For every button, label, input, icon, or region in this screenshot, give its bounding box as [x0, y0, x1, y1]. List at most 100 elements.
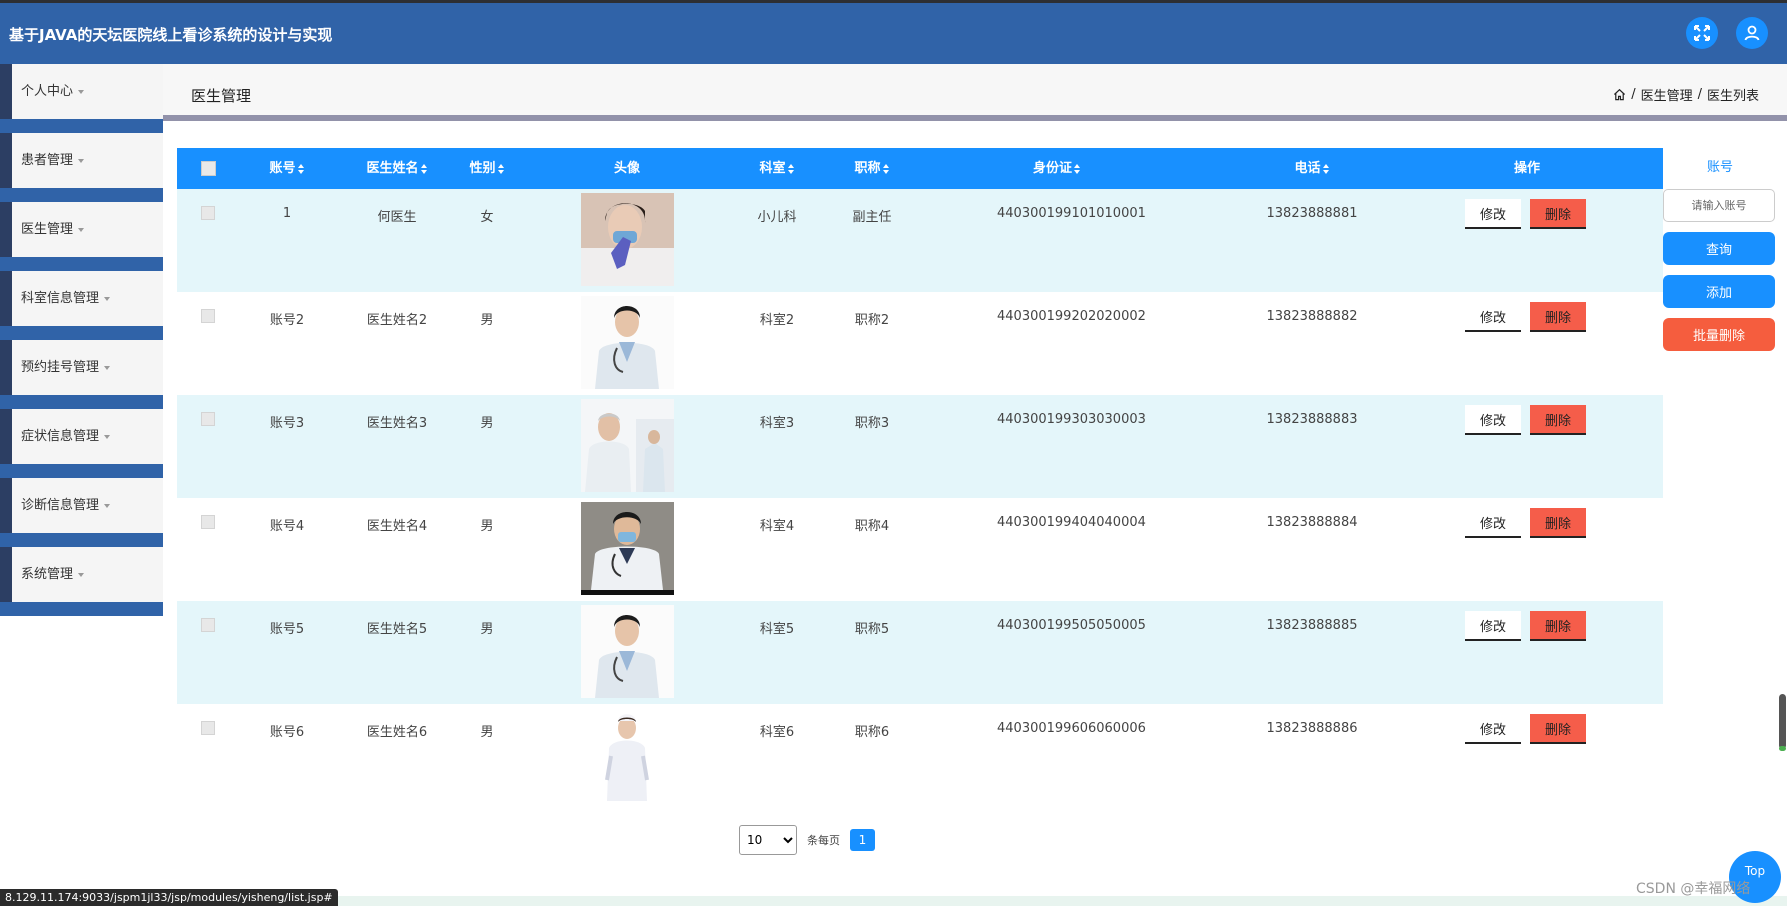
sort-icon — [1322, 163, 1330, 174]
delete-button[interactable]: 删除 — [1530, 199, 1586, 229]
caret-down-icon — [104, 365, 111, 370]
cell-id-card: 440300199505050005 — [997, 618, 1146, 633]
row-checkbox[interactable] — [201, 515, 215, 529]
cell-phone: 13823888885 — [1266, 618, 1358, 633]
row-checkbox[interactable] — [201, 412, 215, 426]
page-title: 医生管理 — [191, 87, 252, 105]
sidebar-item-appointments[interactable]: 预约挂号管理 — [0, 340, 163, 409]
sidebar-item-departments[interactable]: 科室信息管理 — [0, 271, 163, 340]
cell-gender: 男 — [480, 519, 494, 534]
column-header-gender[interactable]: 性别 — [457, 148, 517, 189]
sidebar-item-label: 患者管理 — [21, 153, 74, 168]
query-button[interactable]: 查询 — [1663, 232, 1775, 265]
column-header-actions: 操作 — [1513, 161, 1540, 176]
sidebar-item-patients[interactable]: 患者管理 — [0, 133, 163, 202]
sidebar-item-label: 症状信息管理 — [21, 429, 100, 444]
sidebar-item-diagnosis[interactable]: 诊断信息管理 — [0, 478, 163, 547]
sidebar-item-label: 医生管理 — [21, 222, 74, 237]
row-checkbox[interactable] — [201, 206, 215, 220]
table-row: 1 何医生 女 小儿科 副主任 440300199101010001 13823… — [177, 189, 1663, 292]
sidebar-item-symptoms[interactable]: 症状信息管理 — [0, 409, 163, 478]
home-icon[interactable] — [1613, 88, 1626, 101]
sort-icon — [497, 163, 505, 174]
edit-button[interactable]: 修改 — [1465, 508, 1521, 538]
delete-button[interactable]: 删除 — [1530, 302, 1586, 332]
delete-button[interactable]: 删除 — [1530, 714, 1586, 744]
page-size-select[interactable]: 10 — [739, 825, 797, 855]
cell-title: 职称2 — [854, 313, 890, 328]
column-header-phone[interactable]: 电话 — [1262, 148, 1362, 189]
user-icon — [1744, 25, 1760, 41]
select-all-checkbox[interactable] — [201, 161, 216, 176]
edit-button[interactable]: 修改 — [1465, 714, 1521, 744]
cell-phone: 13823888886 — [1266, 721, 1358, 736]
user-button[interactable] — [1736, 17, 1768, 49]
column-header-title[interactable]: 职称 — [832, 148, 912, 189]
cell-title: 职称5 — [854, 622, 890, 637]
sidebar-item-doctors[interactable]: 医生管理 — [0, 202, 163, 271]
edit-button[interactable]: 修改 — [1465, 405, 1521, 435]
edit-button[interactable]: 修改 — [1465, 199, 1521, 229]
sidebar-menu: 个人中心 患者管理 医生管理 科室信息管理 预约挂号管理 症状信息管理 诊断信息… — [0, 64, 163, 618]
table-row: 账号2 医生姓名2 男 科室2 职称2 440300199202020002 1… — [177, 292, 1663, 395]
table-row: 账号5 医生姓名5 男 科室5 职称5 440300199505050005 1… — [177, 601, 1663, 704]
cell-department: 科室4 — [759, 519, 795, 534]
cell-name: 医生姓名2 — [366, 313, 428, 328]
app-title: 基于JAVA的天坛医院线上看诊系统的设计与实现 — [9, 26, 333, 44]
page-number-button[interactable]: 1 — [850, 829, 875, 851]
delete-button[interactable]: 删除 — [1530, 611, 1586, 641]
row-checkbox[interactable] — [201, 618, 215, 632]
watermark-text: CSDN @幸福网络 — [1636, 881, 1751, 897]
account-search-input[interactable] — [1663, 189, 1775, 222]
doctor-avatar-image — [581, 605, 674, 698]
column-header-id-card[interactable]: 身份证 — [997, 148, 1117, 189]
cell-title: 职称4 — [854, 519, 890, 534]
cell-account: 账号4 — [269, 519, 305, 534]
sidebar-item-system[interactable]: 系统管理 — [0, 547, 163, 616]
per-page-label: 条每页 — [807, 834, 840, 847]
caret-down-icon — [104, 503, 111, 508]
table-row: 账号6 医生姓名6 男 科室6 职称6 440300199606060006 1… — [177, 704, 1663, 807]
column-header-department[interactable]: 科室 — [737, 148, 817, 189]
breadcrumb-separator: / — [1697, 87, 1702, 102]
scrollbar-thumb[interactable] — [1779, 694, 1786, 749]
cell-account: 账号6 — [269, 725, 305, 740]
fullscreen-icon — [1694, 25, 1710, 41]
caret-down-icon — [78, 572, 85, 577]
cell-gender: 男 — [480, 725, 494, 740]
batch-delete-button[interactable]: 批量删除 — [1663, 318, 1775, 351]
column-header-account[interactable]: 账号 — [252, 148, 322, 189]
column-header-name[interactable]: 医生姓名 — [347, 148, 447, 189]
menu-divider — [0, 326, 163, 340]
sidebar-item-label: 预约挂号管理 — [21, 360, 100, 375]
cell-department: 科室3 — [759, 416, 795, 431]
sort-icon — [297, 163, 305, 174]
menu-divider — [0, 533, 163, 547]
breadcrumb-item[interactable]: 医生管理 — [1641, 85, 1693, 104]
row-checkbox[interactable] — [201, 721, 215, 735]
cell-title: 副主任 — [852, 210, 892, 225]
cell-name: 医生姓名3 — [366, 416, 428, 431]
table-row: 账号4 医生姓名4 男 科室4 职称4 440300199404040004 1… — [177, 498, 1663, 601]
sidebar-item-personal-center[interactable]: 个人中心 — [0, 64, 163, 133]
edit-button[interactable]: 修改 — [1465, 302, 1521, 332]
delete-button[interactable]: 删除 — [1530, 405, 1586, 435]
content-divider — [163, 115, 1787, 121]
sidebar-item-label: 诊断信息管理 — [21, 498, 100, 513]
cell-gender: 男 — [480, 313, 494, 328]
breadcrumb-separator: / — [1631, 87, 1636, 102]
menu-divider — [0, 188, 163, 202]
delete-button[interactable]: 删除 — [1530, 508, 1586, 538]
table-header: 账号 医生姓名 性别 头像 科室 职称 身份证 电话 操作 — [177, 148, 1663, 189]
status-bar-url: 8.129.11.174:9033/jspm1jl33/jsp/modules/… — [0, 889, 338, 906]
cell-account: 账号2 — [269, 313, 305, 328]
edit-button[interactable]: 修改 — [1465, 611, 1521, 641]
row-checkbox[interactable] — [201, 309, 215, 323]
add-button[interactable]: 添加 — [1663, 275, 1775, 308]
cell-department: 科室6 — [759, 725, 795, 740]
sidebar-item-label: 系统管理 — [21, 567, 74, 582]
menu-divider — [0, 257, 163, 271]
fullscreen-button[interactable] — [1686, 17, 1718, 49]
sort-icon — [1074, 163, 1081, 174]
doctor-table: 账号 医生姓名 性别 头像 科室 职称 身份证 电话 操作 1 何医生 女 小儿… — [177, 148, 1663, 807]
